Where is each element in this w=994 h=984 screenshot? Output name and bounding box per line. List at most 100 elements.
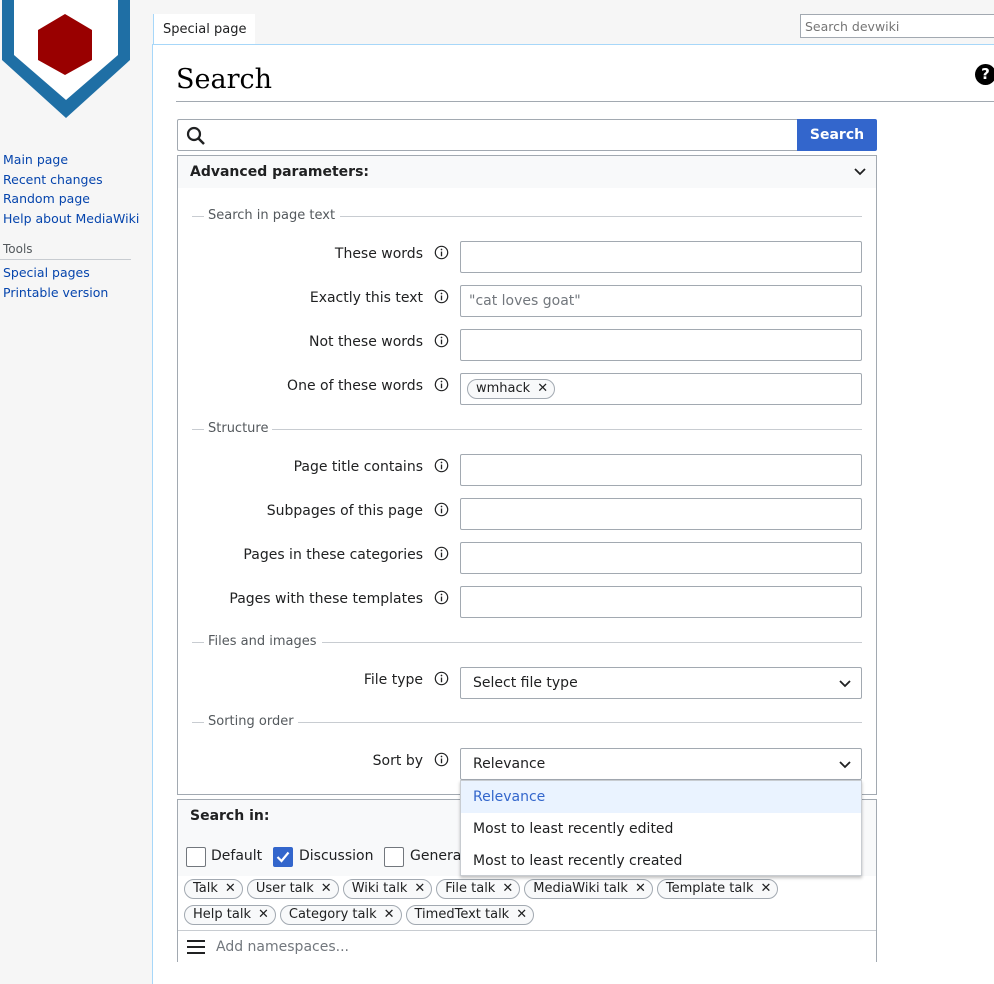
info-icon[interactable] (434, 458, 449, 473)
sort-by-menu: Relevance Most to least recently edited … (460, 780, 862, 876)
tab-special-page[interactable]: Special page (153, 14, 256, 44)
namespace-tag-label: Template talk (665, 881, 754, 896)
chevron-down-icon (854, 168, 866, 176)
remove-tag-icon[interactable]: ✕ (537, 380, 548, 398)
info-icon[interactable] (434, 590, 449, 605)
sidebar-special-pages[interactable]: Special pages (0, 263, 150, 283)
namespace-tag-label: File talk (445, 881, 496, 896)
namespace-tag-label: Wiki talk (351, 881, 408, 896)
add-namespaces-input[interactable] (214, 936, 818, 958)
title-contains-label: Page title contains (293, 459, 423, 475)
info-icon[interactable] (434, 671, 449, 686)
file-type-select[interactable]: Select file type (460, 667, 862, 699)
search-button[interactable]: Search (797, 119, 877, 151)
remove-tag-icon[interactable]: ✕ (384, 906, 395, 924)
these-words-input[interactable] (460, 241, 862, 273)
info-icon[interactable] (434, 377, 449, 392)
sort-option-relevance[interactable]: Relevance (461, 781, 861, 813)
remove-tag-icon[interactable]: ✕ (414, 880, 425, 898)
word-tag[interactable]: wmhack ✕ (467, 379, 556, 399)
namespace-tag-label: Help talk (193, 907, 251, 922)
info-icon[interactable] (434, 333, 449, 348)
info-icon[interactable] (434, 546, 449, 561)
checkbox-general-label[interactable]: Genera (410, 848, 461, 864)
namespace-tag[interactable]: User talk ✕ (246, 879, 339, 899)
namespace-tag[interactable]: Category talk ✕ (279, 905, 402, 925)
info-icon[interactable] (434, 502, 449, 517)
sort-option-recently-edited[interactable]: Most to least recently edited (461, 813, 861, 845)
namespace-tag-label: TimedText talk (414, 907, 510, 922)
checkmark-icon (276, 851, 290, 863)
categories-label: Pages in these categories (243, 547, 423, 563)
these-words-label: These words (334, 246, 423, 262)
advanced-parameters-header[interactable]: Advanced parameters: (177, 155, 877, 189)
menu-icon[interactable] (187, 939, 207, 955)
remove-tag-icon[interactable]: ✕ (258, 906, 269, 924)
sidebar: Main page Recent changes Random page Hel… (0, 150, 150, 302)
namespace-tag[interactable]: TimedText talk ✕ (405, 905, 535, 925)
sort-by-value: Relevance (473, 756, 546, 772)
search-in-label: Search in: (190, 808, 270, 824)
checkbox-default[interactable] (186, 847, 206, 867)
info-icon[interactable] (434, 289, 449, 304)
sidebar-main-page[interactable]: Main page (0, 150, 150, 170)
checkbox-general[interactable] (384, 847, 404, 867)
sidebar-printable-version[interactable]: Printable version (0, 283, 150, 303)
title-divider (176, 101, 994, 102)
namespace-tags: Talk ✕ User talk ✕ Wiki talk ✕ File talk ✕ M… (178, 876, 876, 930)
categories-input[interactable] (460, 542, 862, 574)
page-title: Search (176, 64, 272, 95)
sidebar-help[interactable]: Help about MediaWiki (0, 209, 150, 229)
sort-option-recently-created[interactable]: Most to least recently created (461, 845, 861, 877)
tools-heading: Tools (0, 242, 131, 260)
legend-line (192, 429, 204, 430)
advanced-parameters-body (177, 188, 877, 795)
search-icon (186, 126, 205, 145)
help-icon[interactable]: ? (975, 64, 994, 85)
info-icon[interactable] (434, 752, 449, 767)
namespace-tag-label: MediaWiki talk (533, 881, 628, 896)
namespace-tag[interactable]: File talk ✕ (436, 879, 521, 899)
top-search-input[interactable] (800, 14, 994, 38)
file-type-label: File type (363, 672, 423, 688)
namespace-tag[interactable]: Wiki talk ✕ (342, 879, 433, 899)
sort-by-select[interactable]: Relevance (460, 748, 862, 780)
section-structure: Structure (208, 421, 269, 436)
not-words-input[interactable] (460, 329, 862, 361)
remove-tag-icon[interactable]: ✕ (321, 880, 332, 898)
checkbox-discussion[interactable] (273, 847, 293, 867)
namespace-tag-label: Talk (193, 881, 218, 896)
namespace-tag[interactable]: Talk ✕ (184, 879, 243, 899)
exactly-text-input[interactable] (460, 285, 862, 317)
namespace-tag[interactable]: Help talk ✕ (184, 905, 276, 925)
section-files-images: Files and images (208, 634, 317, 649)
subpages-label: Subpages of this page (266, 503, 423, 519)
checkbox-default-label[interactable]: Default (211, 848, 262, 864)
section-page-text: Search in page text (208, 208, 336, 223)
exactly-text-label: Exactly this text (309, 290, 423, 306)
remove-tag-icon[interactable]: ✕ (635, 880, 646, 898)
namespace-tag-label: Category talk (288, 907, 377, 922)
chevron-down-icon (839, 761, 851, 769)
info-icon[interactable] (434, 245, 449, 260)
add-namespaces[interactable] (178, 930, 876, 962)
sidebar-random-page[interactable]: Random page (0, 189, 150, 209)
not-words-label: Not these words (308, 334, 423, 350)
remove-tag-icon[interactable]: ✕ (516, 906, 527, 924)
subpages-input[interactable] (460, 498, 862, 530)
remove-tag-icon[interactable]: ✕ (502, 880, 513, 898)
wiki-logo[interactable] (0, 0, 135, 125)
sidebar-recent-changes[interactable]: Recent changes (0, 170, 150, 190)
namespace-tag[interactable]: MediaWiki talk ✕ (524, 879, 653, 899)
one-of-words-input[interactable]: wmhack ✕ (460, 373, 862, 405)
legend-line (272, 429, 862, 430)
search-box[interactable] (177, 119, 798, 151)
sort-by-label: Sort by (372, 753, 423, 769)
checkbox-discussion-label[interactable]: Discussion (299, 848, 373, 864)
title-contains-input[interactable] (460, 454, 862, 486)
namespace-tag[interactable]: Template talk ✕ (656, 879, 779, 899)
search-input[interactable] (212, 124, 786, 148)
templates-input[interactable] (460, 586, 862, 618)
remove-tag-icon[interactable]: ✕ (761, 880, 772, 898)
remove-tag-icon[interactable]: ✕ (225, 880, 236, 898)
